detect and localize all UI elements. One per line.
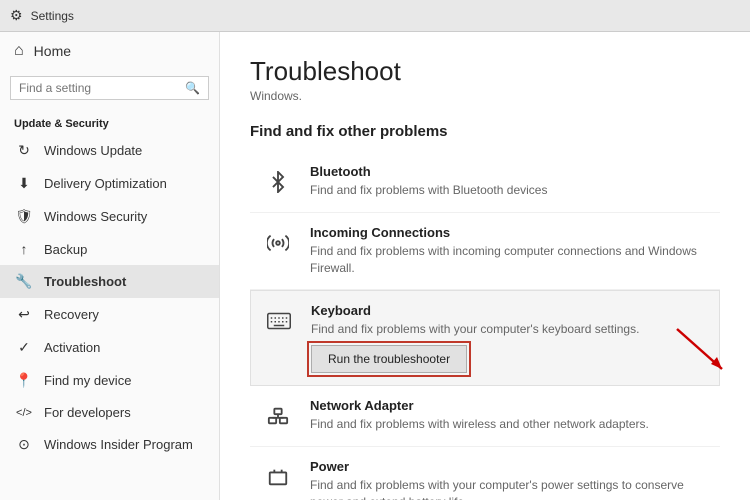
sidebar-item-label: Windows Insider Program xyxy=(44,437,193,452)
problem-item-power: Power Find and fix problems with your co… xyxy=(250,447,720,500)
power-icon xyxy=(260,459,296,495)
sidebar-item-home[interactable]: ⌂ Home xyxy=(0,32,219,70)
main-layout: ⌂ Home 🔍 Update & Security ↻ Windows Upd… xyxy=(0,32,750,500)
run-troubleshooter-button[interactable]: Run the troubleshooter xyxy=(311,345,467,373)
problem-text-network: Network Adapter Find and fix problems wi… xyxy=(310,398,710,433)
settings-icon: ⚙ xyxy=(10,7,23,24)
sidebar-item-label: Find my device xyxy=(44,373,131,388)
sidebar-item-activation[interactable]: ✓ Activation xyxy=(0,331,219,364)
recovery-icon: ↩ xyxy=(14,306,34,323)
bluetooth-icon xyxy=(260,164,296,200)
problem-text-keyboard: Keyboard Find and fix problems with your… xyxy=(311,303,709,374)
problem-item-bluetooth: Bluetooth Find and fix problems with Blu… xyxy=(250,152,720,213)
sidebar-item-label: Recovery xyxy=(44,307,99,322)
sidebar-home-label: Home xyxy=(34,43,71,59)
shield-icon: 🛡 xyxy=(14,208,34,225)
developers-icon: </> xyxy=(14,407,34,419)
sidebar-item-windows-update[interactable]: ↻ Windows Update xyxy=(0,134,219,167)
problem-desc: Find and fix problems with incoming comp… xyxy=(310,243,710,277)
find-device-icon: 📍 xyxy=(14,372,34,389)
sidebar: ⌂ Home 🔍 Update & Security ↻ Windows Upd… xyxy=(0,32,220,500)
search-input[interactable] xyxy=(19,81,185,95)
sidebar-item-recovery[interactable]: ↩ Recovery xyxy=(0,298,219,331)
insider-icon: ⊙ xyxy=(14,436,34,453)
problem-item-keyboard: Keyboard Find and fix problems with your… xyxy=(250,290,720,387)
sidebar-item-backup[interactable]: ↑ Backup xyxy=(0,233,219,265)
section-title: Find and fix other problems xyxy=(250,123,720,140)
problem-name: Incoming Connections xyxy=(310,225,710,240)
sidebar-item-label: Delivery Optimization xyxy=(44,176,167,191)
problem-text-bluetooth: Bluetooth Find and fix problems with Blu… xyxy=(310,164,710,199)
search-box: 🔍 xyxy=(10,76,209,100)
content-area: Troubleshoot Windows. Find and fix other… xyxy=(220,32,750,500)
home-icon: ⌂ xyxy=(14,42,24,60)
sidebar-item-find-device[interactable]: 📍 Find my device xyxy=(0,364,219,397)
sidebar-item-label: For developers xyxy=(44,405,131,420)
sidebar-item-insider-program[interactable]: ⊙ Windows Insider Program xyxy=(0,428,219,461)
page-title: Troubleshoot xyxy=(250,56,720,87)
titlebar: ⚙ Settings xyxy=(0,0,750,32)
problem-name: Power xyxy=(310,459,710,474)
troubleshoot-icon: 🔧 xyxy=(14,273,34,290)
problem-text-power: Power Find and fix problems with your co… xyxy=(310,459,710,500)
problem-name: Keyboard xyxy=(311,303,709,318)
sidebar-item-label: Activation xyxy=(44,340,100,355)
sidebar-item-windows-security[interactable]: 🛡 Windows Security xyxy=(0,200,219,233)
problem-desc: Find and fix problems with wireless and … xyxy=(310,416,710,433)
problem-desc: Find and fix problems with Bluetooth dev… xyxy=(310,182,710,199)
sidebar-item-for-developers[interactable]: </> For developers xyxy=(0,397,219,428)
titlebar-title: Settings xyxy=(31,9,74,23)
network-adapter-icon xyxy=(260,398,296,434)
problem-name: Network Adapter xyxy=(310,398,710,413)
problem-desc: Find and fix problems with your computer… xyxy=(310,477,710,500)
problem-item-network-adapter: Network Adapter Find and fix problems wi… xyxy=(250,386,720,447)
sidebar-item-label: Backup xyxy=(44,242,87,257)
sidebar-item-delivery-optimization[interactable]: ⬇ Delivery Optimization xyxy=(0,167,219,200)
problem-desc: Find and fix problems with your computer… xyxy=(311,321,709,338)
incoming-connections-icon xyxy=(260,225,296,261)
sidebar-item-label: Windows Update xyxy=(44,143,142,158)
sidebar-section-header: Update & Security xyxy=(0,110,219,134)
sidebar-item-troubleshoot[interactable]: 🔧 Troubleshoot xyxy=(0,265,219,298)
search-icon: 🔍 xyxy=(185,81,200,95)
backup-icon: ↑ xyxy=(14,241,34,257)
keyboard-icon xyxy=(261,303,297,339)
problem-name: Bluetooth xyxy=(310,164,710,179)
problem-item-incoming-connections: Incoming Connections Find and fix proble… xyxy=(250,213,720,290)
sidebar-item-label: Troubleshoot xyxy=(44,274,126,289)
problem-text-incoming: Incoming Connections Find and fix proble… xyxy=(310,225,710,277)
page-subtitle: Windows. xyxy=(250,89,720,103)
activation-icon: ✓ xyxy=(14,339,34,356)
windows-update-icon: ↻ xyxy=(14,142,34,159)
delivery-optimization-icon: ⬇ xyxy=(14,175,34,192)
sidebar-item-label: Windows Security xyxy=(44,209,147,224)
